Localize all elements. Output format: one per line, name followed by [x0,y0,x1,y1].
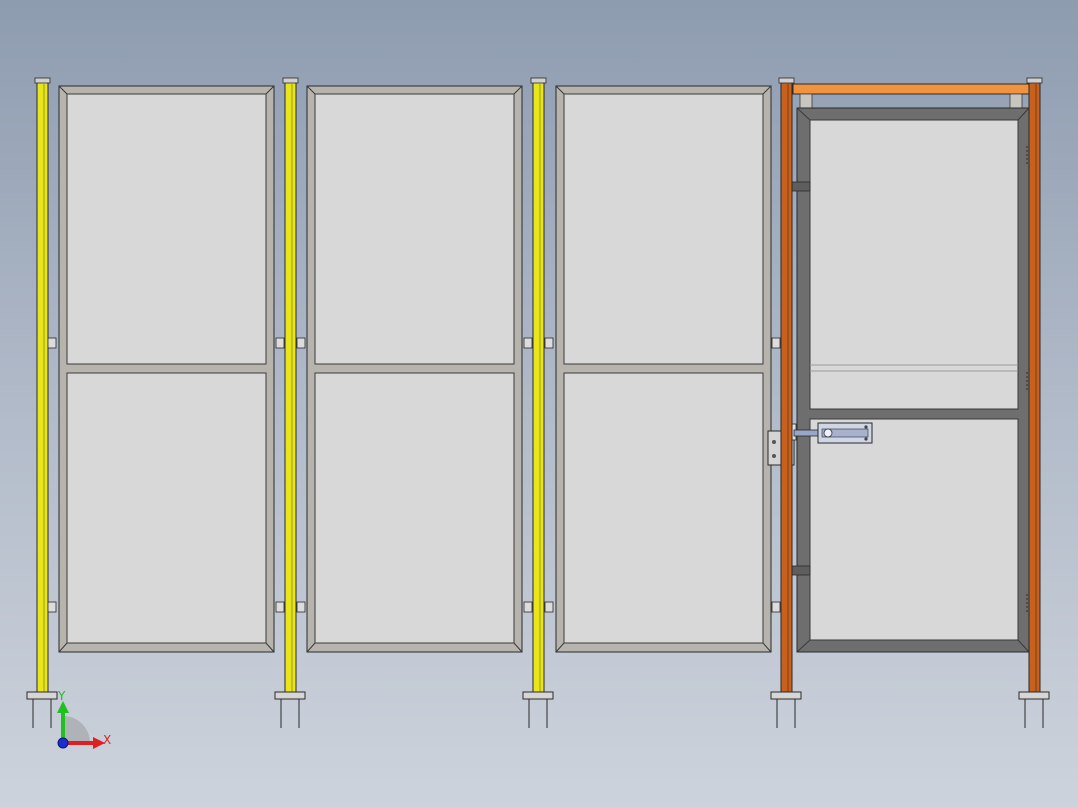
base-plate-3 [522,691,554,728]
fence-assembly-drawing[interactable]: Y X [0,0,1078,808]
x-axis-label: X [103,733,111,747]
fence-panel-2[interactable] [306,85,523,653]
base-plate-4 [770,691,802,728]
door-section[interactable] [781,83,1030,653]
post-2[interactable] [284,81,297,695]
door-top-beam [792,83,1030,95]
post-caps [34,77,1043,84]
post-5[interactable] [1028,81,1041,695]
cad-viewport[interactable]: Y X [0,0,1078,808]
base-plate-2 [274,691,306,728]
y-axis-label: Y [57,689,66,703]
fence-panel-1[interactable] [58,85,275,653]
post-3[interactable] [532,81,545,695]
base-plate-1 [26,691,58,728]
z-axis-origin [57,737,69,749]
post-4[interactable] [780,81,793,695]
fence-panel-3[interactable] [555,85,772,653]
base-plate-5 [1018,691,1050,728]
base-plates [26,691,1050,728]
post-1[interactable] [36,81,49,695]
coordinate-triad[interactable]: Y X [57,689,111,749]
